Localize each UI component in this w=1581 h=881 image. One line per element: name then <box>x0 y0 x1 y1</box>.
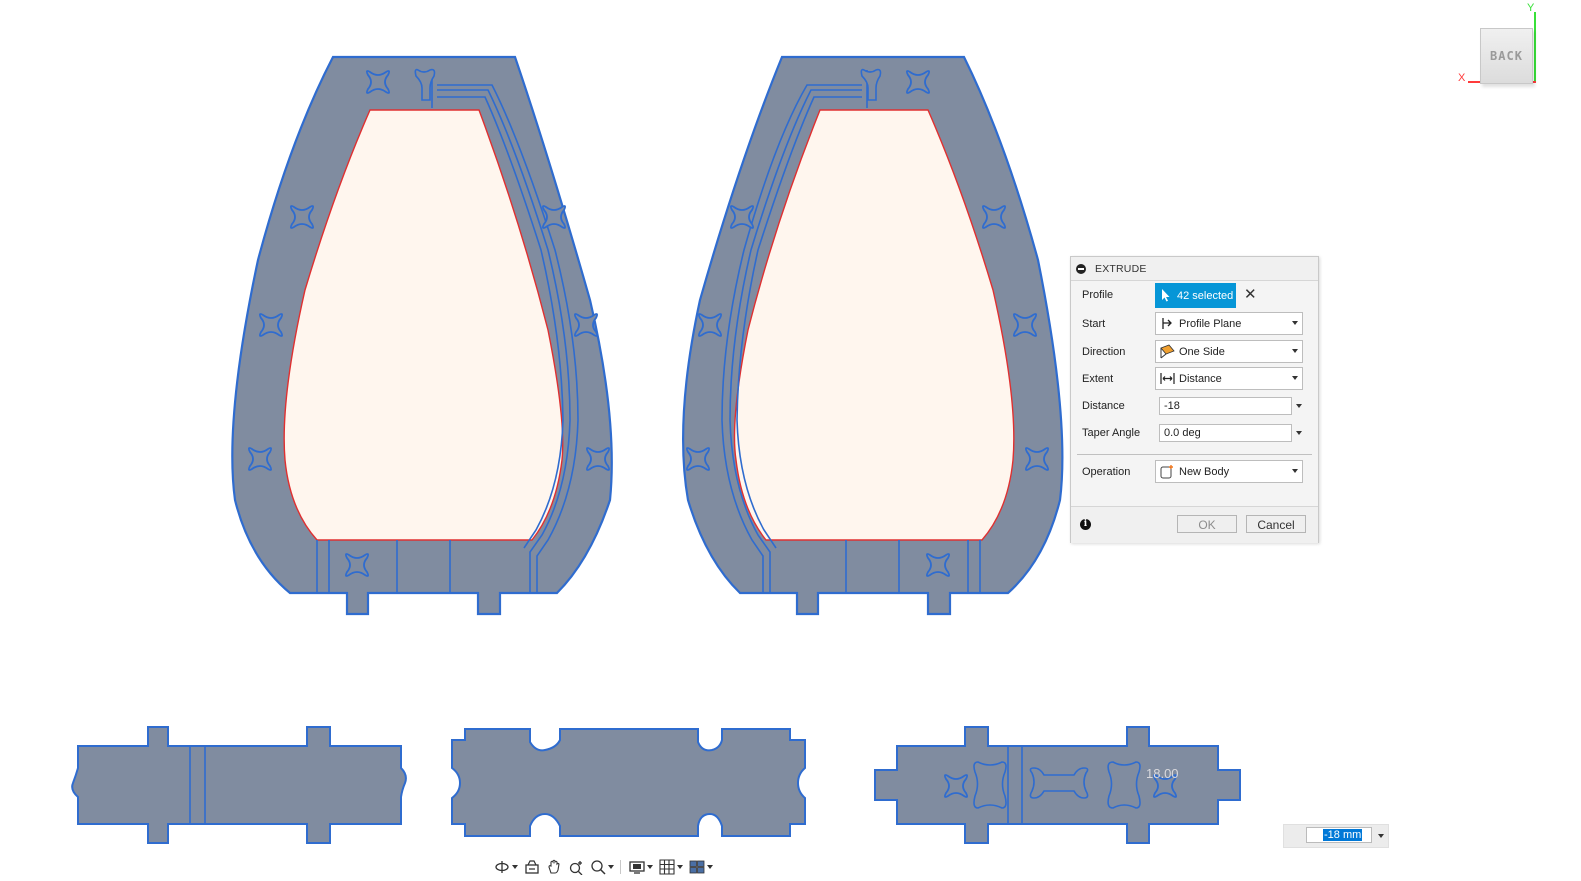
heads-up-distance-value: -18 mm <box>1323 829 1363 841</box>
viewcube-face[interactable]: BACK <box>1480 28 1533 84</box>
heads-up-distance-input[interactable]: -18 mm <box>1283 824 1389 848</box>
dialog-header: EXTRUDE <box>1071 257 1318 281</box>
fit-icon[interactable] <box>590 857 614 877</box>
bottom-piece-1[interactable] <box>71 726 407 844</box>
sketch-drawing[interactable] <box>0 0 1581 881</box>
operation-dropdown[interactable]: New Body <box>1155 460 1303 483</box>
distance-row: Distance -18 <box>1071 397 1318 423</box>
start-label: Start <box>1082 318 1106 330</box>
taper-row: Taper Angle 0.0 deg <box>1071 424 1318 450</box>
info-icon[interactable]: i <box>1080 519 1091 530</box>
viewcube[interactable]: X Y BACK <box>1456 2 1552 90</box>
chevron-down-icon <box>1292 469 1298 473</box>
left-side-panel[interactable] <box>231 55 613 616</box>
extent-row: Extent Distance <box>1071 367 1318 393</box>
chevron-down-icon <box>1292 321 1298 325</box>
new-body-icon <box>1160 464 1175 479</box>
direction-label: Direction <box>1082 346 1126 358</box>
clear-selection-icon[interactable]: ✕ <box>1244 287 1257 302</box>
start-row: Start Profile Plane <box>1071 312 1318 338</box>
profile-row: Profile 42 selected ✕ <box>1071 283 1318 309</box>
orbit-icon[interactable] <box>494 857 518 877</box>
y-axis-label: Y <box>1527 2 1535 14</box>
bottom-piece-2[interactable] <box>451 728 806 837</box>
direction-value: One Side <box>1179 345 1225 358</box>
extrude-dialog: EXTRUDE Profile 42 selected ✕ Start Prof… <box>1070 256 1319 543</box>
chevron-down-icon[interactable] <box>1296 431 1302 435</box>
navigation-bar <box>494 856 740 878</box>
start-value: Profile Plane <box>1179 317 1242 330</box>
one-side-icon <box>1160 344 1175 359</box>
profile-selection-button[interactable]: 42 selected <box>1155 283 1236 308</box>
viewports-icon[interactable] <box>689 857 713 877</box>
distance-label: Distance <box>1082 400 1125 412</box>
extent-label: Extent <box>1082 373 1114 385</box>
cursor-icon <box>1162 289 1170 302</box>
nav-separator <box>620 860 621 874</box>
canvas-viewport[interactable]: 18.00 <box>0 0 1581 881</box>
cancel-button[interactable]: Cancel <box>1246 515 1306 533</box>
look-at-icon[interactable] <box>524 857 540 877</box>
extent-value: Distance <box>1179 372 1222 385</box>
x-axis-label: X <box>1458 72 1466 84</box>
dialog-divider <box>1077 454 1312 455</box>
heads-up-distance-field[interactable]: -18 mm <box>1306 827 1372 843</box>
distance-icon <box>1160 371 1175 386</box>
grid-icon[interactable] <box>659 857 683 877</box>
ok-button[interactable]: OK <box>1177 515 1237 533</box>
taper-angle-label: Taper Angle <box>1082 427 1141 439</box>
distance-input[interactable]: -18 <box>1159 397 1292 415</box>
collapse-icon[interactable] <box>1076 263 1086 274</box>
right-side-panel[interactable] <box>682 55 1064 616</box>
pan-icon[interactable] <box>546 857 562 877</box>
chevron-down-icon <box>1292 376 1298 380</box>
operation-row: Operation New Body <box>1071 460 1318 486</box>
dialog-footer: i OK Cancel <box>1071 506 1318 543</box>
start-dropdown[interactable]: Profile Plane <box>1155 312 1303 335</box>
profile-label: Profile <box>1082 289 1114 301</box>
operation-value: New Body <box>1179 465 1230 478</box>
direction-dropdown[interactable]: One Side <box>1155 340 1303 363</box>
chevron-down-icon <box>1292 349 1298 353</box>
dimension-label: 18.00 <box>1146 766 1179 781</box>
bottom-piece-3[interactable] <box>874 726 1241 844</box>
extent-dropdown[interactable]: Distance <box>1155 367 1303 390</box>
operation-label: Operation <box>1082 466 1131 478</box>
direction-row: Direction One Side <box>1071 340 1318 366</box>
profile-selection-count: 42 selected <box>1177 289 1234 302</box>
y-axis-line <box>1534 12 1536 82</box>
dialog-title: EXTRUDE <box>1095 262 1147 275</box>
taper-angle-input[interactable]: 0.0 deg <box>1159 424 1292 442</box>
zoom-icon[interactable] <box>568 857 584 877</box>
chevron-down-icon[interactable] <box>1378 834 1384 838</box>
display-settings-icon[interactable] <box>629 857 653 877</box>
profile-plane-icon <box>1160 316 1175 331</box>
chevron-down-icon[interactable] <box>1296 404 1302 408</box>
